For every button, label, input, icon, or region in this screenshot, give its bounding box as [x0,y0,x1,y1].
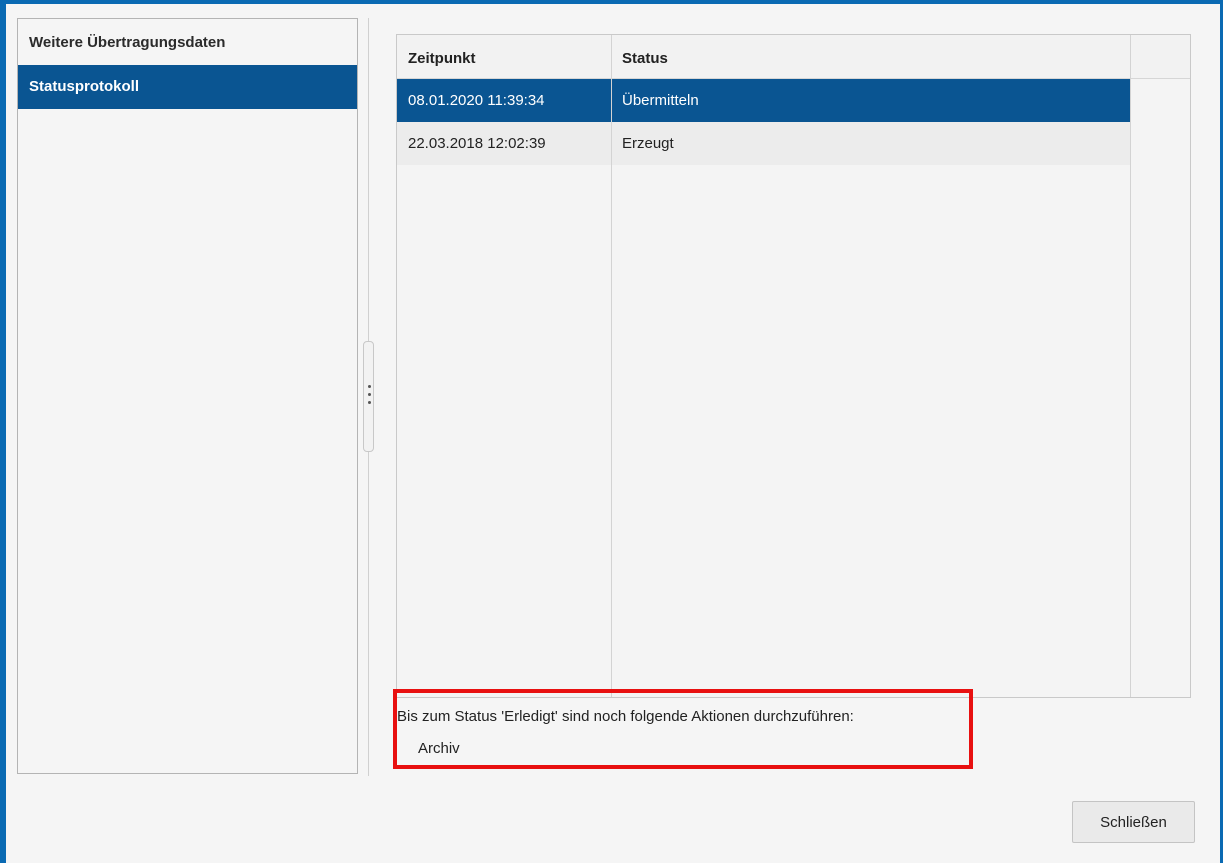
table-row[interactable]: 08.01.2020 11:39:34 Übermitteln [397,79,1130,122]
cell-zeitpunkt: 08.01.2020 11:39:34 [408,92,545,109]
table-header: Zeitpunkt Status [397,35,1190,79]
cell-status: Übermitteln [622,92,699,109]
column-header-status[interactable]: Status [611,35,1130,78]
splitter-handle[interactable] [363,341,374,452]
grip-dot-icon [368,385,371,388]
nav-item-weitere-uebertragungsdaten[interactable]: Weitere Übertragungsdaten [18,19,357,65]
highlight-annotation-box [393,689,973,769]
grip-dot-icon [368,401,371,404]
column-header-zeitpunkt[interactable]: Zeitpunkt [397,35,611,78]
column-divider [1130,35,1131,697]
grip-dot-icon [368,393,371,396]
cell-zeitpunkt: 22.03.2018 12:02:39 [408,135,546,152]
close-button[interactable]: Schließen [1072,801,1195,843]
cell-status: Erzeugt [622,135,674,152]
table-row[interactable]: 22.03.2018 12:02:39 Erzeugt [397,122,1130,165]
status-table: Zeitpunkt Status 08.01.2020 11:39:34 Übe… [396,34,1191,698]
column-divider [611,35,612,697]
column-header-filler [1130,35,1190,78]
nav-item-statusprotokoll[interactable]: Statusprotokoll [18,65,357,109]
navigation-panel: Weitere Übertragungsdaten Statusprotokol… [17,18,358,774]
